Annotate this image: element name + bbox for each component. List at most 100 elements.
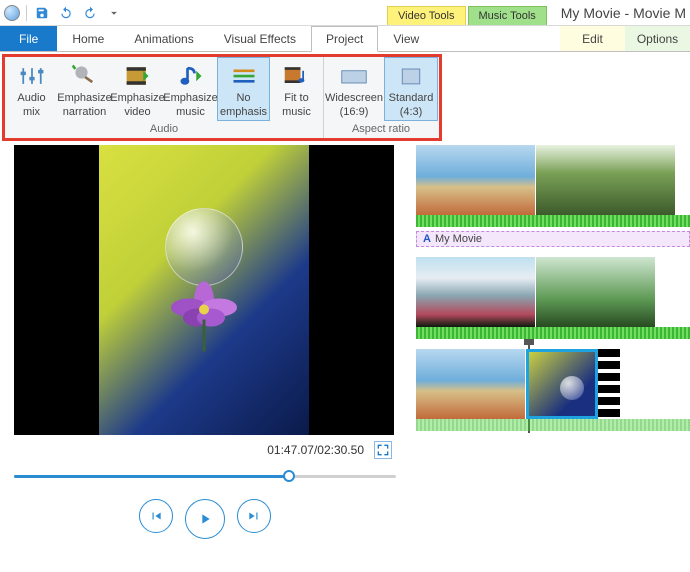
emphasize-video-button[interactable]: Emphasize video — [111, 57, 164, 121]
qat-dropdown[interactable] — [105, 4, 123, 22]
slider-fill — [14, 475, 289, 478]
clip-thumbnail[interactable] — [416, 349, 526, 419]
play-button[interactable] — [185, 499, 225, 539]
flower-graphic — [149, 272, 259, 355]
redo-icon — [83, 6, 97, 20]
preview-frame — [14, 145, 394, 435]
audio-waveform — [416, 327, 690, 339]
video-tools-label: Video Tools — [387, 6, 465, 25]
project-ribbon: Audio mix Emphasize narration Emphasize … — [5, 57, 439, 138]
label-l1: Emphasize — [57, 92, 111, 104]
tab-home[interactable]: Home — [57, 26, 119, 51]
timeline-row-1[interactable]: A My Movie — [416, 145, 690, 247]
film-sprocket-icon — [598, 349, 620, 419]
label-l1: Fit to — [284, 92, 308, 104]
tab-project[interactable]: Project — [311, 26, 378, 52]
tab-file[interactable]: File — [0, 26, 57, 51]
group-label-audio: Audio — [5, 121, 323, 138]
clip-thumbnail[interactable] — [536, 257, 656, 327]
label-l1: Emphasize — [110, 92, 164, 104]
slider-thumb[interactable] — [283, 470, 295, 482]
timeline-row-3[interactable] — [416, 349, 690, 431]
tab-edit[interactable]: Edit — [560, 26, 625, 51]
clip-thumbnail[interactable] — [416, 257, 536, 327]
workspace: 01:47.07/02:30.50 — [0, 145, 690, 565]
undo-icon — [59, 6, 73, 20]
label-l2: video — [124, 106, 150, 118]
title-bar: Video Tools Music Tools My Movie - Movie… — [0, 0, 690, 26]
fullscreen-button[interactable] — [374, 441, 392, 459]
audio-mix-button[interactable]: Audio mix — [5, 57, 58, 121]
label-l1: No — [236, 92, 250, 104]
preview-pane: 01:47.07/02:30.50 — [0, 145, 410, 565]
label-l2: mix — [23, 106, 40, 118]
expand-icon — [375, 442, 391, 458]
music-note-icon — [175, 62, 207, 90]
sliders-icon — [16, 62, 48, 90]
label-l1: Standard — [389, 92, 434, 104]
window-title: My Movie - Movie M — [561, 5, 686, 21]
audio-waveform — [416, 419, 690, 431]
tab-visual-effects[interactable]: Visual Effects — [209, 26, 311, 51]
no-emphasis-button[interactable]: No emphasis — [217, 57, 270, 121]
contextual-tool-tabs: Video Tools Music Tools — [387, 0, 547, 25]
label-l2: music — [282, 106, 311, 118]
undo-button[interactable] — [57, 4, 75, 22]
tab-animations[interactable]: Animations — [119, 26, 208, 51]
tab-view[interactable]: View — [378, 26, 434, 51]
caption-overlay[interactable]: A My Movie — [416, 231, 690, 247]
separator — [26, 5, 27, 21]
total-time: 02:30.50 — [317, 443, 364, 457]
standard-button[interactable]: Standard (4:3) — [384, 57, 438, 121]
chevron-down-icon — [107, 6, 121, 20]
save-icon — [35, 6, 49, 20]
ribbon-tabs: File Home Animations Visual Effects Proj… — [0, 26, 690, 52]
current-time: 01:47.07 — [267, 443, 314, 457]
seek-slider[interactable] — [14, 469, 396, 483]
context-tabs: Edit Options — [560, 26, 690, 51]
label-l2: emphasis — [220, 106, 267, 118]
next-frame-button[interactable] — [237, 499, 271, 533]
tab-options[interactable]: Options — [625, 26, 690, 51]
preview-image — [99, 145, 309, 435]
label-l2: (4:3) — [400, 106, 423, 118]
app-logo-icon — [4, 5, 20, 21]
music-tools-label: Music Tools — [468, 6, 547, 25]
widescreen-icon — [338, 62, 370, 90]
equal-lines-icon — [228, 62, 260, 90]
playback-controls — [14, 499, 396, 539]
step-back-icon — [149, 509, 163, 523]
label-l2: (16:9) — [340, 106, 369, 118]
clip-thumbnail[interactable] — [536, 145, 676, 215]
ribbon-highlight-box: Audio mix Emphasize narration Emphasize … — [2, 54, 442, 141]
emphasize-music-button[interactable]: Emphasize music — [164, 57, 217, 121]
film-icon — [122, 62, 154, 90]
redo-button[interactable] — [81, 4, 99, 22]
ribbon-group-audio: Audio mix Emphasize narration Emphasize … — [5, 57, 324, 138]
timeline-row-2[interactable] — [416, 257, 690, 339]
label-l1: Audio — [17, 92, 45, 104]
step-forward-icon — [247, 509, 261, 523]
time-bar: 01:47.07/02:30.50 — [14, 441, 396, 459]
caption-text: My Movie — [435, 233, 482, 245]
ribbon-group-aspect-ratio: Widescreen (16:9) Standard (4:3) Aspect … — [324, 57, 438, 138]
widescreen-button[interactable]: Widescreen (16:9) — [324, 57, 384, 121]
label-l1: Emphasize — [163, 92, 217, 104]
label-l2: narration — [63, 106, 106, 118]
clip-thumbnail[interactable] — [416, 145, 536, 215]
save-button[interactable] — [33, 4, 51, 22]
prev-frame-button[interactable] — [139, 499, 173, 533]
fit-to-music-button[interactable]: Fit to music — [270, 57, 323, 121]
label-l1: Widescreen — [325, 92, 383, 104]
emphasize-narration-button[interactable]: Emphasize narration — [58, 57, 111, 121]
time-display: 01:47.07/02:30.50 — [267, 443, 364, 457]
play-icon — [197, 511, 213, 527]
clip-thumbnail-selected[interactable] — [526, 349, 598, 419]
quick-access-toolbar — [4, 4, 123, 22]
microphone-icon — [69, 62, 101, 90]
audio-waveform — [416, 215, 690, 227]
label-l2: music — [176, 106, 205, 118]
standard-ratio-icon — [395, 62, 427, 90]
text-a-icon: A — [423, 233, 431, 245]
timeline-pane: A My Movie — [410, 145, 690, 565]
